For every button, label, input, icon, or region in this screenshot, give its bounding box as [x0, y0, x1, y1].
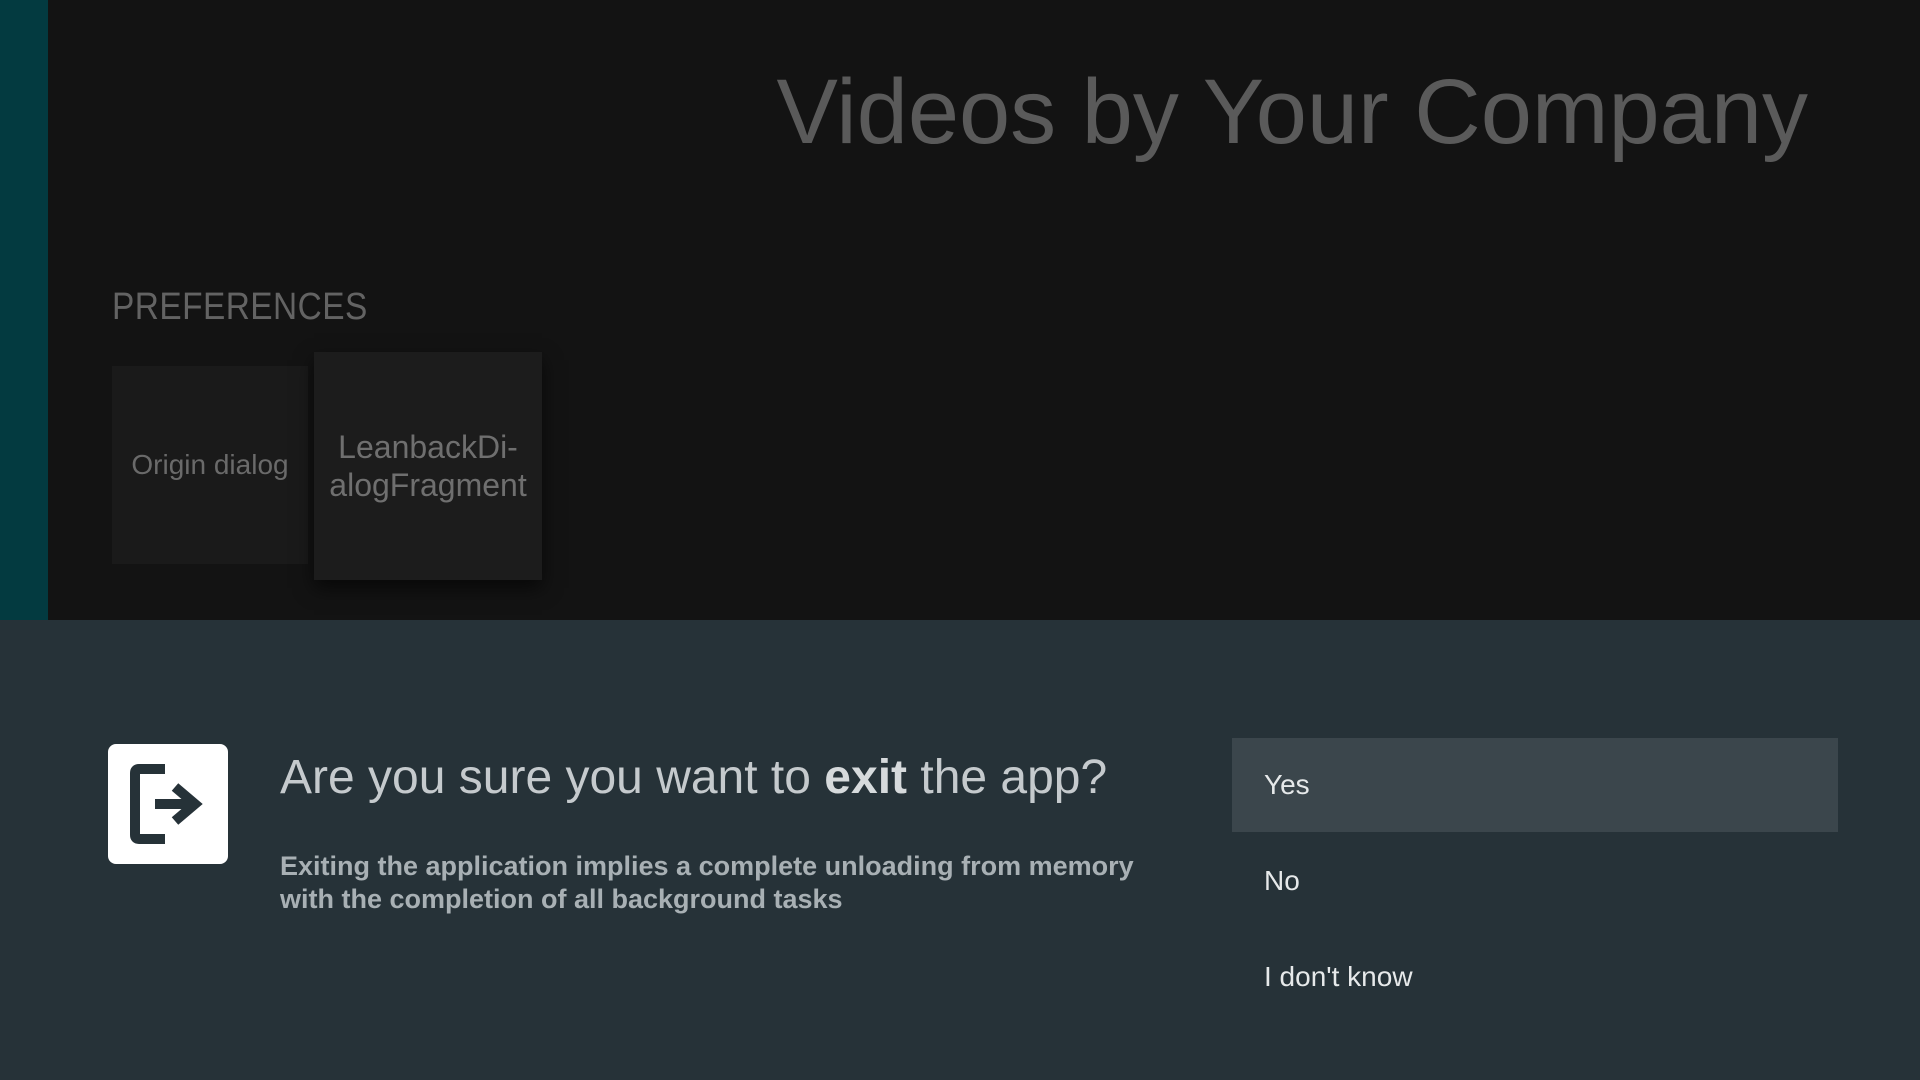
screen: Videos by Your Company PREFERENCES Origi…: [0, 0, 1920, 1080]
card-leanback-dialog-fragment[interactable]: LeanbackDi- alogFragment: [314, 352, 542, 580]
action-label: No: [1264, 865, 1300, 896]
card-label: LeanbackDi- alogFragment: [329, 429, 527, 503]
browse-fragment-background: Videos by Your Company PREFERENCES Origi…: [0, 0, 1920, 620]
browse-title: Videos by Your Company: [776, 61, 1808, 163]
dialog-actions-list: Yes No I don't know: [1232, 738, 1838, 1026]
action-no[interactable]: No: [1232, 834, 1838, 928]
action-label: Yes: [1264, 769, 1310, 800]
dialog-title-emphasis: exit: [824, 751, 908, 804]
action-label: I don't know: [1264, 961, 1413, 992]
card-label: Origin dialog: [131, 449, 289, 480]
dialog-icon-container: [108, 744, 228, 864]
action-yes[interactable]: Yes: [1232, 738, 1838, 832]
card-origin-dialog[interactable]: Origin dialog: [112, 366, 308, 564]
headers-side-strip: [0, 0, 48, 620]
dialog-title-prefix: Are you sure you want to: [280, 751, 825, 804]
action-dont-know[interactable]: I don't know: [1232, 930, 1838, 1024]
exit-dialog: Are you sure you want to exit the app? E…: [0, 620, 1920, 1080]
dialog-title: Are you sure you want to exit the app?: [280, 750, 1107, 805]
row-header-preferences: PREFERENCES: [112, 286, 368, 328]
dialog-description: Exiting the application implies a comple…: [280, 851, 1134, 914]
exit-to-app-icon: [130, 764, 203, 844]
dialog-title-suffix: the app?: [907, 751, 1108, 804]
